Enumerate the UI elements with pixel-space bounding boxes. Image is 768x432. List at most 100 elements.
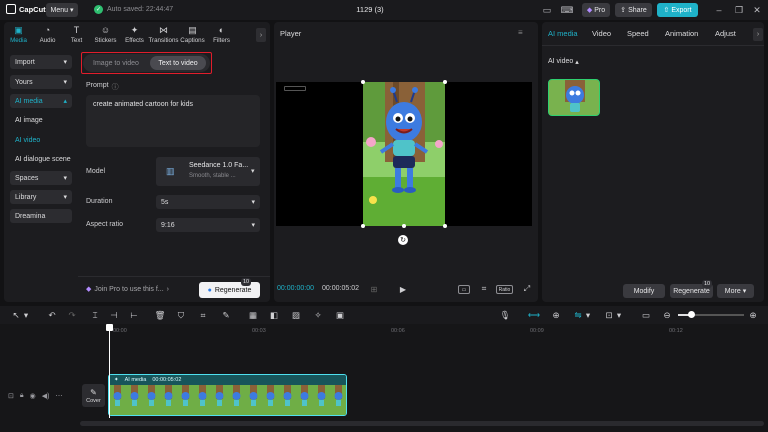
split-right-icon[interactable]: ⊢ <box>128 309 140 321</box>
ruler-tick: 00:06 <box>391 328 405 334</box>
model-select[interactable]: ▥ Seedance 1.0 Fa... Smooth, stable ... … <box>156 157 260 186</box>
play-button[interactable]: ▶ <box>397 283 409 295</box>
screen-icon[interactable]: ▭ <box>640 309 652 321</box>
ai-video-section[interactable]: AI video▴ <box>548 58 579 66</box>
sidebar-item-ai-image[interactable]: AI image <box>10 113 72 127</box>
zoom-slider-handle[interactable] <box>688 311 695 318</box>
redo-icon[interactable]: ↷ <box>66 309 78 321</box>
tab-adjust[interactable]: Adjust <box>715 29 736 38</box>
mask-icon[interactable]: ◧ <box>268 309 280 321</box>
resize-handle[interactable] <box>443 80 447 84</box>
more-icon[interactable]: ⋯ <box>55 392 62 400</box>
tab-audio[interactable]: ◔Audio <box>33 22 62 48</box>
share-button[interactable]: ⇪Share <box>615 3 652 17</box>
minimize-icon[interactable]: – <box>712 4 726 16</box>
split-left-icon[interactable]: ⊣ <box>108 309 120 321</box>
clip-frame-thumbnail <box>109 385 126 415</box>
enhance-icon[interactable]: ✧ <box>312 309 324 321</box>
tab-speed[interactable]: Speed <box>627 29 649 38</box>
chevron-down-icon[interactable]: ▾ <box>22 309 30 321</box>
auto-snap-icon[interactable]: ⇋ <box>572 309 584 321</box>
sidebar-item-ai-video[interactable]: AI video <box>10 133 72 147</box>
more-button[interactable]: More▾ <box>717 284 754 298</box>
sidebar-item-dreamina[interactable]: Dreamina <box>10 209 72 223</box>
video-frame[interactable] <box>363 82 445 226</box>
chevron-down-icon: ▾ <box>70 6 74 14</box>
zoom-out-icon[interactable]: ⊖ <box>661 309 673 321</box>
undo-icon[interactable]: ↶ <box>46 309 58 321</box>
tab-text[interactable]: TText <box>62 22 91 48</box>
prompt-input[interactable]: create animated cartoon for kids <box>86 95 260 147</box>
speaker-icon[interactable]: ◀︎) <box>42 392 50 400</box>
hd-icon[interactable]: ▣ <box>334 309 346 321</box>
track-frame-icon[interactable]: ⊡ <box>8 392 14 400</box>
resize-handle[interactable] <box>361 80 365 84</box>
fit-icon[interactable]: ▭ <box>458 285 470 294</box>
playhead[interactable] <box>109 326 110 418</box>
close-icon[interactable]: ✕ <box>750 4 764 16</box>
aspect-ratio-select[interactable]: 9:16▾ <box>156 218 260 232</box>
zoom-in-icon[interactable]: ⊕ <box>747 309 759 321</box>
tab-video[interactable]: Video <box>592 29 611 38</box>
fullscreen-icon[interactable]: ⤢ <box>521 283 533 295</box>
restore-icon[interactable]: ❐ <box>732 4 746 16</box>
cover-button[interactable]: ✎ Cover <box>82 384 105 407</box>
play-icon: ▶ <box>400 285 406 294</box>
link-clips-icon[interactable]: ⟷ <box>528 309 540 321</box>
chevron-down-icon[interactable]: ▾ <box>615 309 623 321</box>
chevron-right-icon[interactable]: › <box>753 28 763 41</box>
chevron-down-icon[interactable]: ▾ <box>584 309 592 321</box>
crop-icon[interactable]: ⌗ <box>478 283 490 295</box>
menu-button[interactable]: Menu▾ <box>46 3 78 17</box>
shield-icon[interactable]: ⛉ <box>175 309 187 321</box>
ratio-button[interactable]: Ratio <box>496 285 513 294</box>
ruler-tick: 00:00 <box>113 328 127 334</box>
sidebar-item-spaces[interactable]: Spaces▾ <box>10 171 72 185</box>
tab-filters[interactable]: ◐Filters <box>207 22 236 48</box>
video-clip[interactable]: ✦ AI media 00:00:05:02 <box>108 374 347 416</box>
shortcuts-icon[interactable]: ⌨ <box>560 4 574 16</box>
horizontal-scrollbar[interactable] <box>80 421 764 426</box>
caption-tool-icon[interactable]: ⊡ <box>603 309 615 321</box>
tab-animation[interactable]: Animation <box>665 29 698 38</box>
magic-edit-icon[interactable]: ✎ <box>220 309 232 321</box>
sidebar-item-import[interactable]: Import▾ <box>10 55 72 69</box>
ai-video-thumbnail[interactable] <box>548 79 600 116</box>
chevron-right-icon: › <box>167 286 169 293</box>
preview-axis-icon[interactable]: ⊕ <box>550 309 562 321</box>
duration-select[interactable]: 5s▾ <box>156 195 260 209</box>
sidebar-item-yours[interactable]: Yours▾ <box>10 75 72 89</box>
frame-icon[interactable]: ⊞ <box>368 284 380 294</box>
project-title[interactable]: 1129 (3) <box>340 5 400 14</box>
select-tool-icon[interactable]: ↖ <box>10 309 22 321</box>
regenerate-button[interactable]: ●Regenerate <box>199 282 260 298</box>
remove-bg-icon[interactable]: ▨ <box>290 309 302 321</box>
resize-handle[interactable] <box>402 224 406 228</box>
lock-icon[interactable]: 🔒︎ <box>20 392 24 400</box>
tab-effects[interactable]: ✦Effects <box>120 22 149 48</box>
sidebar-item-ai-dialogue-scene[interactable]: AI dialogue scene <box>10 152 80 166</box>
player-menu-icon[interactable]: ≡ <box>518 28 523 37</box>
pro-button[interactable]: ◆Pro <box>582 3 610 17</box>
modify-button[interactable]: Modify <box>623 284 665 298</box>
export-button[interactable]: ⇧Export <box>657 3 698 17</box>
tab-captions[interactable]: ▤Captions <box>178 22 207 48</box>
layout-icon[interactable]: ▭ <box>540 4 554 16</box>
delete-icon[interactable]: 🗑 <box>154 309 166 321</box>
sidebar-item-library[interactable]: Library▾ <box>10 190 72 204</box>
sidebar-item-ai-media[interactable]: AI media▴ <box>10 94 72 108</box>
microphone-icon[interactable]: 🎙 <box>499 309 511 321</box>
tabs-more-button[interactable]: › <box>256 28 266 42</box>
resize-handle[interactable] <box>361 224 365 228</box>
eye-icon[interactable]: ◉ <box>30 392 36 400</box>
split-icon[interactable]: ⌶ <box>89 309 101 321</box>
tab-media[interactable]: ▣Media <box>4 22 33 48</box>
rotate-icon[interactable]: ↻ <box>398 235 408 245</box>
replace-icon[interactable]: ▦ <box>247 309 259 321</box>
tab-stickers[interactable]: ☺Stickers <box>91 22 120 48</box>
tab-ai-media[interactable]: AI media <box>548 29 578 38</box>
join-pro-link[interactable]: ◆Join Pro to use this f...› <box>86 285 169 293</box>
resize-handle[interactable] <box>443 224 447 228</box>
crop-tool-icon[interactable]: ⌗ <box>197 309 209 321</box>
tab-transitions[interactable]: ⋈Transitions <box>149 22 178 48</box>
